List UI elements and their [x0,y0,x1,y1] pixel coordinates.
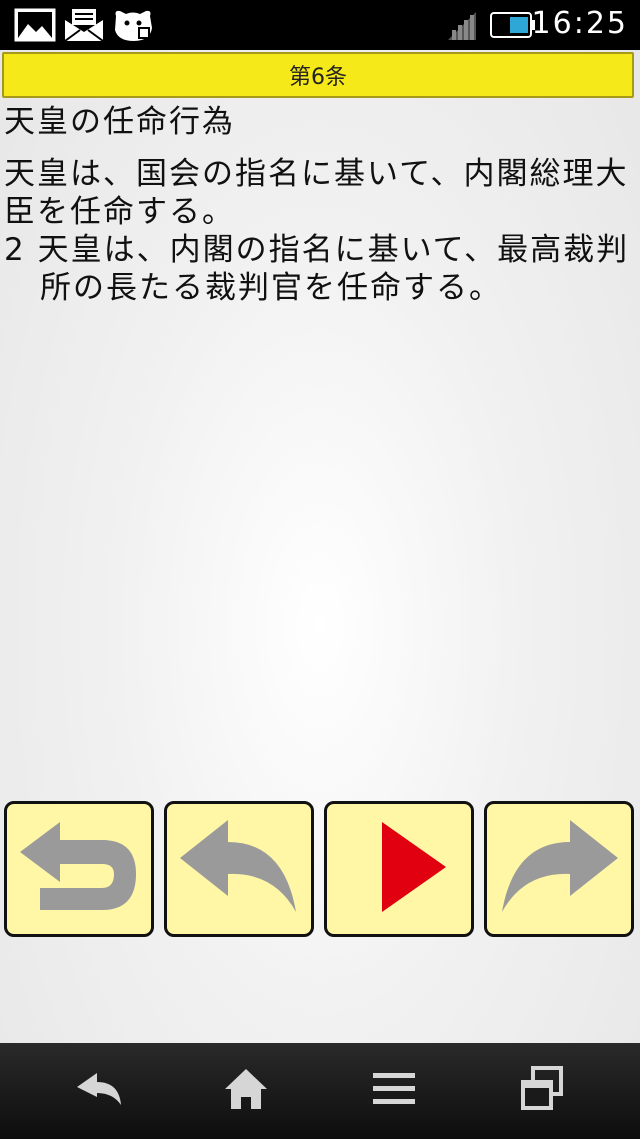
article-heading: 天皇の任命行為 [4,104,235,140]
system-navigation-bar [0,1043,640,1139]
menu-button[interactable] [364,1063,424,1119]
mail-notification-icon [64,8,104,46]
play-button[interactable] [324,801,474,937]
article-paragraph-2: 2 天皇は、内閣の指名に基いて、最高裁判所の長たる裁判官を任命する。 [4,232,630,306]
app-notification-icon [112,8,154,46]
previous-button[interactable] [164,801,314,937]
signal-icon [446,10,478,44]
recent-apps-button[interactable] [512,1063,572,1119]
article-title-bar: 第6条 [2,52,634,98]
play-icon [334,812,464,926]
return-button[interactable] [4,801,154,937]
home-button[interactable] [216,1063,276,1119]
battery-icon [490,12,536,42]
clock: 16:25 [531,6,628,41]
recent-apps-icon [519,1066,565,1116]
article-content: 天皇の任命行為 天皇は、国会の指名に基いて、内閣総理大臣を任命する。 2 天皇は… [4,103,636,307]
menu-icon [371,1069,417,1113]
article-title: 第6条 [289,65,347,90]
return-icon [14,812,144,926]
previous-icon [174,812,304,926]
back-button[interactable] [68,1063,128,1119]
image-notification-icon [14,8,56,46]
next-button[interactable] [484,801,634,937]
control-bar [4,801,636,939]
back-icon [73,1069,123,1113]
home-icon [223,1067,269,1115]
status-bar: 16:25 [0,0,640,50]
article-paragraph-1: 天皇は、国会の指名に基いて、内閣総理大臣を任命する。 [4,156,629,230]
next-icon [494,812,624,926]
